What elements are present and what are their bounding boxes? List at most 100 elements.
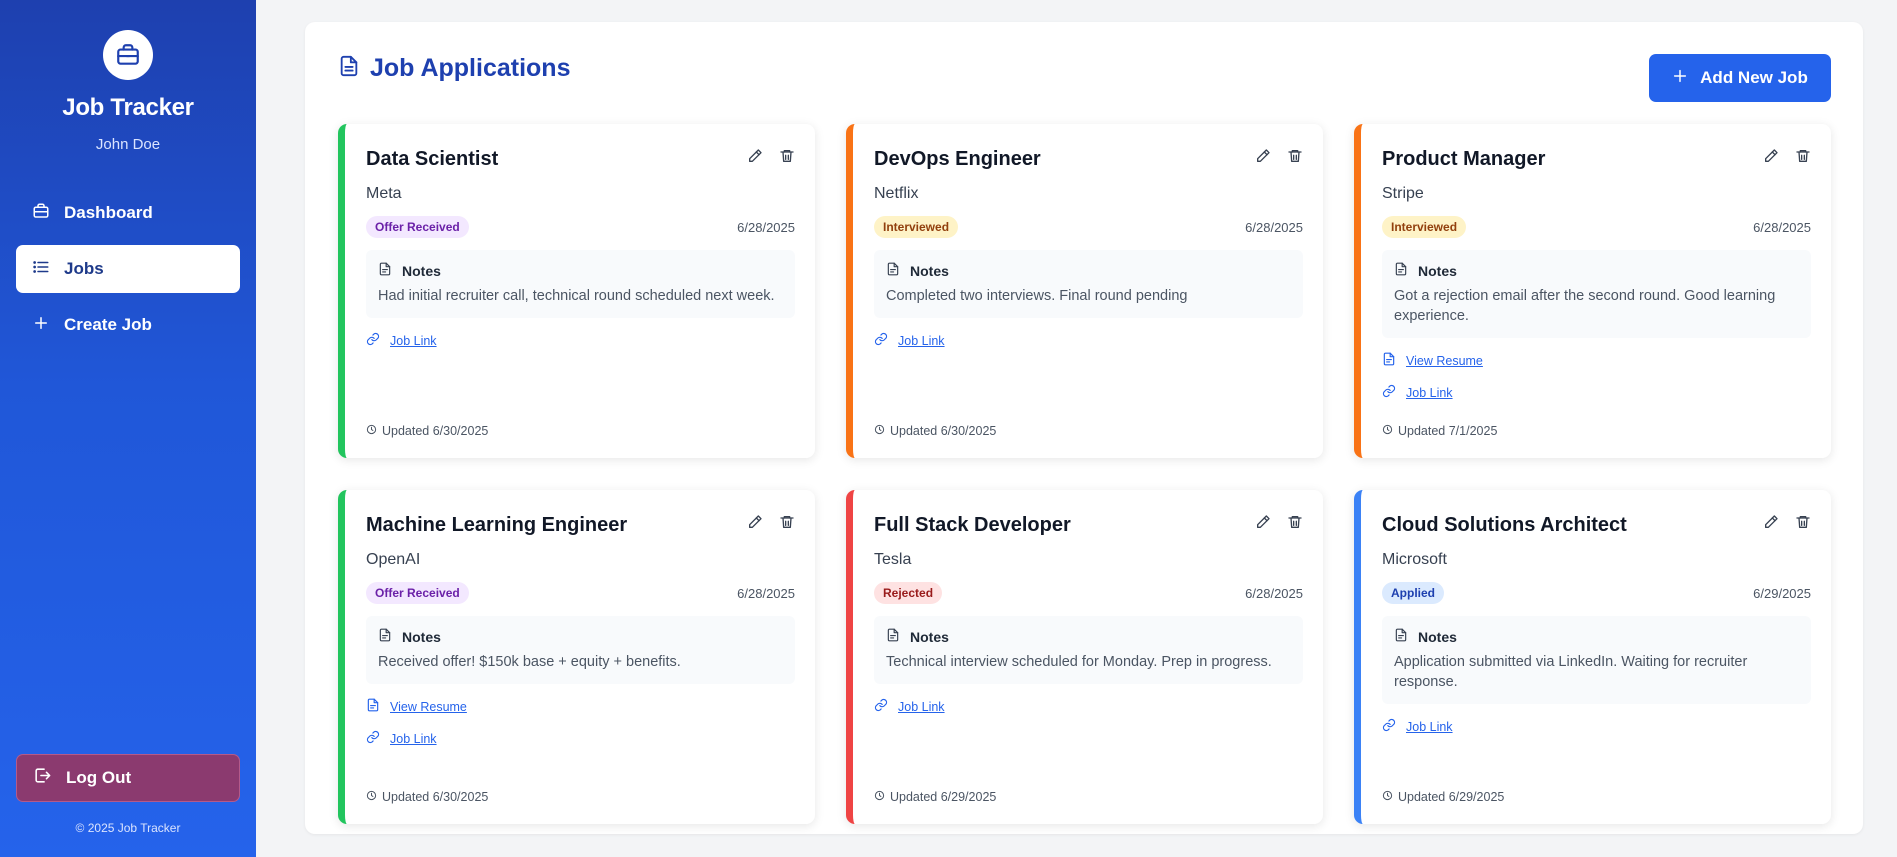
applied-date: 6/28/2025 (737, 585, 795, 601)
job-link-text[interactable]: Job Link (898, 700, 945, 714)
document-icon (1394, 262, 1418, 279)
job-link-text[interactable]: Job Link (390, 732, 437, 746)
job-link-text[interactable]: Job Link (390, 334, 437, 348)
view-resume-link-text[interactable]: View Resume (1406, 354, 1483, 368)
status-badge: Applied (1382, 582, 1444, 604)
sidebar-item-create-job[interactable]: Create Job (16, 301, 240, 349)
view-resume-link[interactable]: View Resume (366, 698, 795, 716)
updated-timestamp: Updated 6/30/2025 (874, 424, 996, 438)
file-icon (1382, 352, 1406, 371)
notes-header: Notes (378, 262, 783, 279)
trash-icon[interactable] (1287, 148, 1303, 164)
trash-icon[interactable] (779, 514, 795, 530)
status-badge: Rejected (874, 582, 943, 604)
clock-icon (1382, 790, 1398, 804)
company-name: OpenAI (366, 551, 421, 568)
user-name: John Doe (95, 136, 161, 153)
notes-box: Notes Had initial recruiter call, techni… (366, 250, 795, 318)
notes-label: Notes (910, 628, 949, 645)
plus-icon (1672, 68, 1700, 89)
link-icon (874, 698, 898, 717)
notes-label: Notes (402, 628, 441, 645)
trash-icon[interactable] (779, 148, 795, 164)
card-actions (1747, 148, 1811, 164)
link-icon (1382, 718, 1406, 737)
edit-icon[interactable] (1763, 514, 1779, 530)
notes-box: Notes Technical interview scheduled for … (874, 616, 1303, 684)
trash-icon[interactable] (1795, 514, 1811, 530)
add-new-job-button[interactable]: Add New Job (1649, 54, 1831, 102)
clock-icon (874, 424, 890, 438)
meta-row: Offer Received 6/28/2025 (366, 582, 795, 604)
link-icon (366, 730, 390, 749)
job-link[interactable]: Job Link (874, 698, 1303, 716)
card-links: View Resume Job Link (366, 698, 795, 748)
job-card: DevOps Engineer Netflix Interviewed 6/28… (846, 124, 1323, 458)
document-icon (886, 628, 910, 645)
status-badge: Offer Received (366, 216, 469, 238)
card-actions (731, 514, 795, 530)
edit-icon[interactable] (1255, 148, 1271, 164)
job-link-text[interactable]: Job Link (898, 334, 945, 348)
sidebar-item-jobs[interactable]: Jobs (16, 245, 240, 293)
trash-icon[interactable] (1795, 148, 1811, 164)
notes-text: Got a rejection email after the second r… (1394, 288, 1776, 324)
briefcase-icon (32, 202, 64, 225)
status-badge: Offer Received (366, 582, 469, 604)
sidebar-nav: Dashboard Jobs Create Job (0, 189, 256, 349)
trash-icon[interactable] (1287, 514, 1303, 530)
edit-icon[interactable] (1763, 148, 1779, 164)
sidebar-item-dashboard[interactable]: Dashboard (16, 189, 240, 237)
document-icon (378, 628, 402, 645)
notes-header: Notes (886, 628, 1291, 645)
applied-date: 6/28/2025 (1245, 219, 1303, 235)
sidebar-item-label: Dashboard (64, 203, 153, 222)
notes-text: Application submitted via LinkedIn. Wait… (1394, 654, 1748, 690)
updated-label: Updated 6/30/2025 (382, 424, 489, 438)
applied-date: 6/28/2025 (737, 219, 795, 235)
job-link[interactable]: Job Link (1382, 718, 1811, 736)
meta-row: Interviewed 6/28/2025 (1382, 216, 1811, 238)
document-icon (378, 262, 402, 279)
link-icon (874, 332, 898, 351)
company-name: Meta (366, 185, 402, 202)
sidebar: Job Tracker John Doe Dashboard Jobs Crea… (0, 0, 256, 857)
job-link[interactable]: Job Link (366, 332, 795, 350)
page-header: Job Applications (338, 54, 570, 83)
notes-header: Notes (378, 628, 783, 645)
card-actions (1239, 148, 1303, 164)
copyright: © 2025 Job Tracker (75, 821, 181, 835)
document-icon (338, 55, 370, 82)
updated-timestamp: Updated 7/1/2025 (1382, 424, 1497, 438)
card-links: View Resume Job Link (1382, 352, 1811, 402)
edit-icon[interactable] (747, 514, 763, 530)
edit-icon[interactable] (1255, 514, 1271, 530)
clock-icon (366, 424, 382, 438)
meta-row: Applied 6/29/2025 (1382, 582, 1811, 604)
updated-timestamp: Updated 6/29/2025 (1382, 790, 1504, 804)
view-resume-link-text[interactable]: View Resume (390, 700, 467, 714)
card-links: Job Link (366, 332, 795, 350)
card-actions (731, 148, 795, 164)
notes-box: Notes Completed two interviews. Final ro… (874, 250, 1303, 318)
company-name: Microsoft (1382, 551, 1447, 568)
edit-icon[interactable] (747, 148, 763, 164)
card-links: Job Link (874, 698, 1303, 716)
job-link[interactable]: Job Link (874, 332, 1303, 350)
notes-label: Notes (1418, 628, 1457, 645)
logout-icon (33, 766, 66, 790)
document-icon (1394, 628, 1418, 645)
logout-label: Log Out (66, 768, 132, 787)
plus-icon (32, 314, 64, 337)
job-link[interactable]: Job Link (366, 730, 795, 748)
job-link-text[interactable]: Job Link (1406, 720, 1453, 734)
notes-label: Notes (1418, 262, 1457, 279)
job-link[interactable]: Job Link (1382, 384, 1811, 402)
sidebar-item-label: Create Job (64, 315, 152, 334)
view-resume-link[interactable]: View Resume (1382, 352, 1811, 370)
updated-label: Updated 6/30/2025 (890, 424, 997, 438)
logout-button[interactable]: Log Out (16, 754, 240, 802)
app-title: Job Tracker (62, 94, 194, 121)
main-panel: Job Applications Add New Job Data Scient… (305, 22, 1863, 834)
job-link-text[interactable]: Job Link (1406, 386, 1453, 400)
